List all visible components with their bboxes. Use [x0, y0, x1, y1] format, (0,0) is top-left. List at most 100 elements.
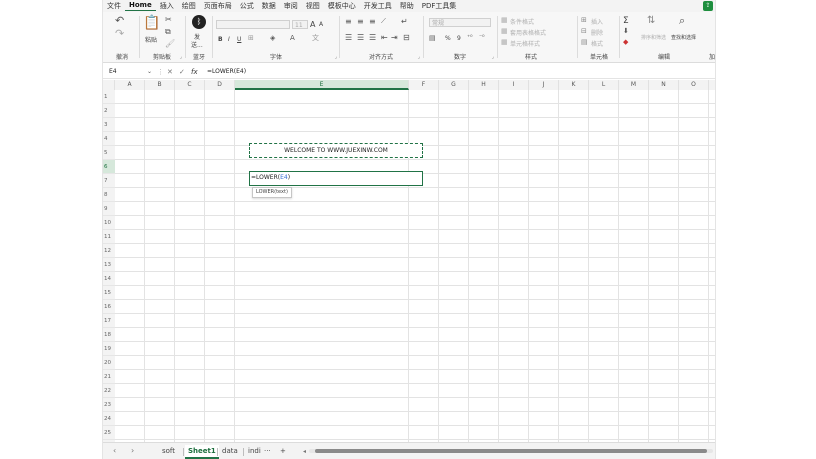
row-header-21[interactable]: 21 [103, 370, 115, 384]
phonetic-icon[interactable]: 文 [312, 35, 319, 42]
font-color-icon[interactable]: A [290, 35, 295, 42]
tab-insert[interactable]: 插入 [156, 1, 178, 11]
row-header-7[interactable]: 7 [103, 174, 115, 188]
tab-home[interactable]: Home [125, 1, 156, 11]
sheet-tab-sheet1[interactable]: Sheet1 [185, 445, 219, 459]
formula-input[interactable]: =LOWER(E4) [207, 67, 246, 77]
borders-icon[interactable]: ⊞ [248, 35, 254, 42]
row-header-9[interactable]: 9 [103, 202, 115, 216]
chevron-down-icon[interactable]: ⌄ [147, 67, 152, 77]
row-header-3[interactable]: 3 [103, 118, 115, 132]
row-header-4[interactable]: 4 [103, 132, 115, 146]
row-header-24[interactable]: 24 [103, 412, 115, 426]
decrease-decimal-icon[interactable]: ⁻⁰ [479, 35, 485, 41]
column-header-m[interactable]: M [619, 80, 649, 90]
fill-color-icon[interactable]: ◈ [270, 35, 275, 42]
grow-font-button[interactable]: A [310, 20, 315, 29]
conditional-format-button[interactable]: 条件格式 [510, 17, 534, 26]
horizontal-scrollbar[interactable] [309, 449, 713, 453]
add-sheet-button[interactable]: + [277, 445, 289, 457]
insert-cells-icon[interactable]: ⊞ [581, 17, 587, 24]
column-header-f[interactable]: F [409, 80, 439, 90]
italic-button[interactable]: I [228, 36, 230, 43]
cancel-icon[interactable]: ✕ [167, 67, 173, 77]
column-header-d[interactable]: D [205, 80, 235, 90]
column-header-n[interactable]: N [649, 80, 679, 90]
format-cells-icon[interactable]: ▤ [581, 39, 588, 46]
launcher-icon[interactable]: ⌟ [418, 54, 420, 60]
tab-review[interactable]: 审阅 [280, 1, 302, 11]
row-header-16[interactable]: 16 [103, 300, 115, 314]
increase-decimal-icon[interactable]: ⁺⁰ [467, 35, 473, 41]
row-header-1[interactable]: 1 [103, 90, 115, 104]
sort-filter-icon[interactable]: ⇅ [647, 16, 655, 26]
column-header-h[interactable]: H [469, 80, 499, 90]
row-header-17[interactable]: 17 [103, 314, 115, 328]
delete-cells-icon[interactable]: ⊟ [581, 28, 587, 35]
row-header-14[interactable]: 14 [103, 272, 115, 286]
redo-icon[interactable]: ↷ [115, 28, 124, 39]
wrap-text-icon[interactable]: ↵ [401, 18, 408, 26]
column-header-e[interactable]: E [235, 80, 409, 90]
row-header-19[interactable]: 19 [103, 342, 115, 356]
enter-icon[interactable]: ✓ [179, 67, 185, 77]
merge-center-icon[interactable]: ⊟ [403, 34, 410, 42]
launcher-icon[interactable]: ⌟ [335, 54, 337, 60]
font-name-dropdown[interactable] [216, 20, 290, 29]
tab-data[interactable]: 数据 [258, 1, 280, 11]
table-format-button[interactable]: 套用表格格式 [510, 28, 546, 37]
tab-template-center[interactable]: 模板中心 [324, 1, 360, 11]
row-header-2[interactable]: 2 [103, 104, 115, 118]
percent-button[interactable]: % [445, 35, 451, 42]
row-header-20[interactable]: 20 [103, 356, 115, 370]
align-left-icon[interactable]: ☰ [345, 34, 352, 42]
insert-function-icon[interactable]: fx [191, 67, 198, 77]
column-header-l[interactable]: L [589, 80, 619, 90]
copy-icon[interactable]: ⧉ [165, 28, 171, 36]
scroll-left-icon[interactable]: ◂ [303, 447, 306, 457]
indent-decrease-icon[interactable]: ⇤ [381, 34, 388, 42]
chevron-left-icon[interactable]: ‹ [113, 446, 116, 456]
align-right-icon[interactable]: ☰ [369, 34, 376, 42]
paste-icon[interactable]: 📋 [143, 16, 160, 30]
clear-icon[interactable]: ◆ [623, 39, 628, 46]
share-icon[interactable]: ⇪ [703, 1, 713, 11]
align-center-icon[interactable]: ☰ [357, 34, 364, 42]
sort-filter-button[interactable]: 排序和筛选 [641, 34, 666, 41]
cell-area[interactable]: WELCOME TO WWW.JUEXINW.COM =LOWER(E4) LO… [115, 90, 715, 442]
underline-button[interactable]: U [237, 36, 241, 43]
bluetooth-label-bottom[interactable]: 送... [191, 40, 203, 49]
tab-help[interactable]: 帮助 [396, 1, 418, 11]
more-options-icon[interactable]: ⋮ [157, 67, 164, 77]
row-header-18[interactable]: 18 [103, 328, 115, 342]
row-header-12[interactable]: 12 [103, 244, 115, 258]
find-select-button[interactable]: 查找和选择 [671, 34, 696, 41]
tab-developer[interactable]: 开发工具 [360, 1, 396, 11]
font-size-dropdown[interactable]: 11 [292, 20, 308, 29]
bluetooth-icon[interactable]: ᛒ [192, 15, 206, 29]
column-header-c[interactable]: C [175, 80, 205, 90]
align-top-icon[interactable]: ≡ [345, 18, 352, 26]
row-header-25[interactable]: 25 [103, 426, 115, 440]
sheet-tab-data[interactable]: data [219, 445, 241, 457]
cell-styles-button[interactable]: 单元格样式 [510, 39, 540, 48]
launcher-icon[interactable]: ⌟ [180, 54, 182, 60]
column-header-g[interactable]: G [439, 80, 469, 90]
shrink-font-button[interactable]: A [319, 21, 323, 28]
cell-styles-icon[interactable]: ▦ [501, 39, 508, 46]
scrollbar-thumb[interactable] [315, 449, 707, 453]
sheet-tab-soft[interactable]: soft [159, 445, 178, 457]
comma-button[interactable]: 9 [457, 35, 461, 42]
chevron-right-icon[interactable]: › [131, 446, 134, 456]
autosum-button[interactable]: Σ [623, 16, 629, 26]
number-format-dropdown[interactable]: 常规 [429, 18, 491, 27]
launcher-icon[interactable]: ⌟ [492, 54, 494, 60]
column-header-j[interactable]: J [529, 80, 559, 90]
table-format-icon[interactable]: ▦ [501, 28, 508, 35]
tab-formulas[interactable]: 公式 [236, 1, 258, 11]
tab-draw[interactable]: 绘图 [178, 1, 200, 11]
more-sheets-button[interactable]: ··· [261, 445, 274, 457]
tab-pdf-tools[interactable]: PDF工具集 [418, 1, 461, 11]
select-all-corner[interactable] [103, 80, 115, 90]
accounting-icon[interactable]: ▤ [429, 35, 436, 42]
